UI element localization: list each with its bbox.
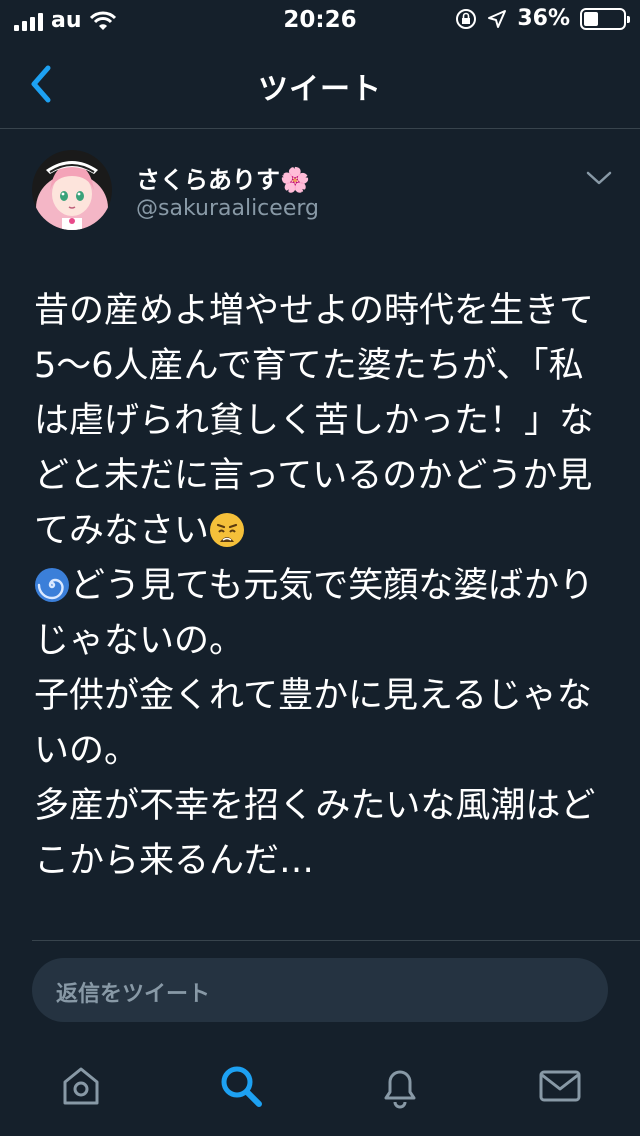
- reply-input[interactable]: 返信をツイート: [32, 958, 608, 1022]
- cyclone-icon: [35, 568, 69, 602]
- home-icon[interactable]: [57, 1062, 105, 1110]
- orientation-lock-icon: [456, 8, 477, 29]
- weary-face-icon: [210, 513, 245, 547]
- page-title: ツイート: [258, 72, 382, 107]
- battery-fill: [584, 11, 598, 26]
- tweet-text: 昔の産めよ増やせよの時代を生きて5〜6人産んで育てた婆たちが、「私は虐げられ貧し…: [34, 284, 608, 889]
- tweet-text-part1: 昔の産めよ増やせよの時代を生きて5〜6人産んで育てた婆たちが、「私は虐げられ貧し…: [34, 291, 595, 551]
- battery-icon: [580, 7, 630, 30]
- battery-percent: 36%: [517, 6, 570, 31]
- tab-bar: [0, 1036, 640, 1136]
- user-name[interactable]: さくらありす🌸: [136, 160, 310, 195]
- avatar[interactable]: [32, 150, 112, 230]
- user-handle[interactable]: @sakuraaliceerg: [136, 196, 319, 221]
- tweet-detail-screen: au 20:26 36% ツイート さくらありす🌸 @sakuraaliceer…: [0, 0, 640, 1136]
- reply-placeholder: 返信をツイート: [56, 982, 211, 1007]
- notifications-icon[interactable]: [376, 1062, 424, 1110]
- divider: [32, 940, 640, 941]
- avatar-image: [32, 150, 112, 230]
- tweet-text-part2: どう見ても元気で笑顔な婆ばかりじゃないの。 子供が金くれて豊かに見えるじゃないの…: [34, 566, 596, 881]
- search-icon[interactable]: [217, 1062, 265, 1110]
- nav-bar: ツイート: [0, 40, 640, 129]
- status-bar: au 20:26 36%: [0, 0, 640, 40]
- status-right: 36%: [455, 6, 630, 31]
- chevron-down-icon[interactable]: [584, 168, 614, 188]
- messages-icon[interactable]: [536, 1062, 584, 1110]
- location-arrow-icon: [488, 9, 507, 28]
